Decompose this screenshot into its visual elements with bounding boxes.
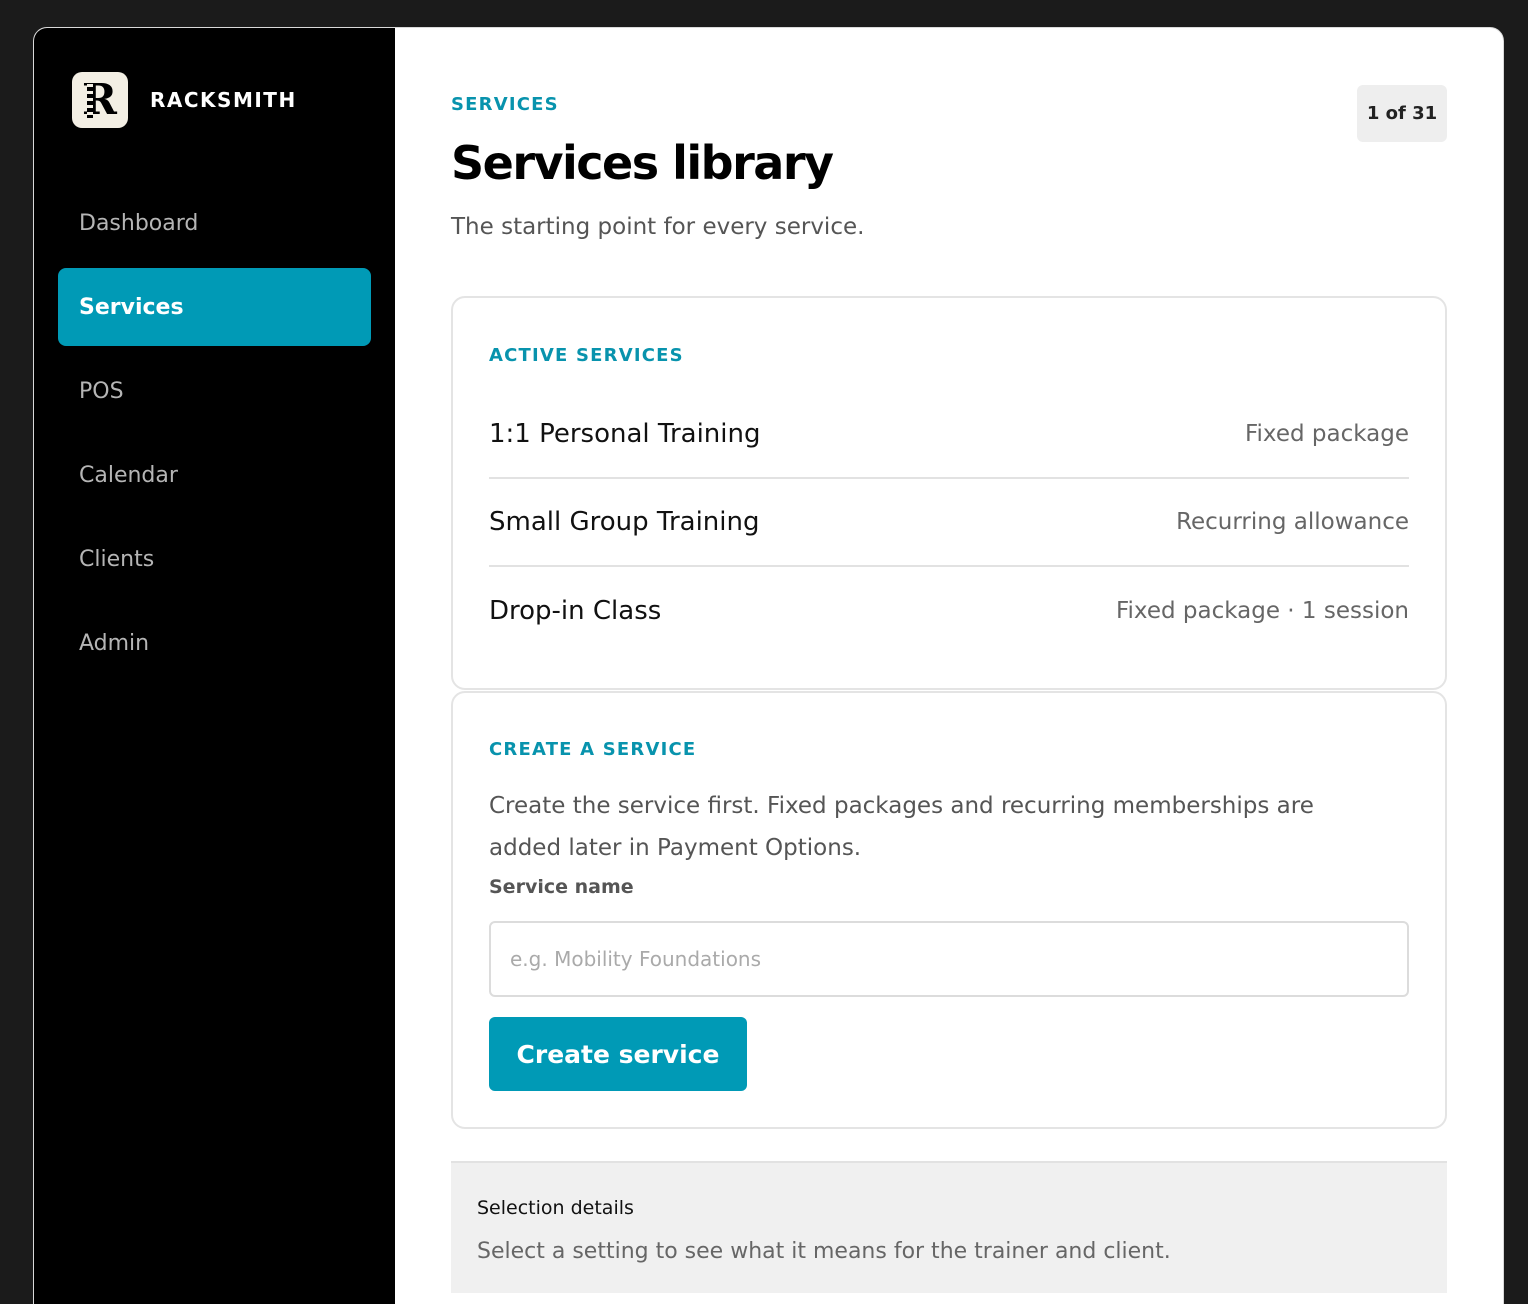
service-type: Fixed package · 1 session [1115, 598, 1409, 624]
service-row[interactable]: 1:1 Personal Training Fixed package [489, 391, 1409, 479]
service-list: 1:1 Personal Training Fixed package Smal… [489, 391, 1409, 655]
brand-name: RACKSMITH [150, 88, 297, 112]
sidebar: R RACKSMITH Dashboard Services POS Calen… [34, 28, 395, 1304]
section-eyebrow: SERVICES [451, 94, 559, 115]
active-services-card: ACTIVE SERVICES 1:1 Personal Training Fi… [451, 296, 1447, 690]
brand-logo: R [72, 72, 128, 128]
service-row[interactable]: Drop-in Class Fixed package · 1 session [489, 567, 1409, 655]
sidebar-nav: Dashboard Services POS Calendar Clients … [58, 184, 371, 688]
sidebar-item-label: Calendar [79, 462, 178, 488]
create-service-card: CREATE A SERVICE Create the service firs… [451, 691, 1447, 1129]
page-counter: 1 of 31 [1357, 85, 1447, 142]
create-service-heading: CREATE A SERVICE [489, 739, 697, 760]
film-strip-icon [87, 84, 93, 118]
sidebar-item-label: Clients [79, 546, 155, 572]
create-service-button[interactable]: Create service [489, 1017, 747, 1091]
sidebar-item-dashboard[interactable]: Dashboard [58, 184, 371, 262]
service-type: Fixed package [1244, 421, 1409, 447]
page-subtitle: The starting point for every service. [451, 214, 865, 240]
sidebar-item-admin[interactable]: Admin [58, 604, 371, 682]
service-name: Drop-in Class [489, 596, 662, 626]
service-name: 1:1 Personal Training [489, 419, 761, 449]
selection-details-title: Selection details [477, 1197, 634, 1219]
sidebar-item-services[interactable]: Services [58, 268, 371, 346]
service-name-label: Service name [489, 876, 634, 898]
sidebar-item-label: POS [79, 378, 124, 404]
service-type: Recurring allowance [1176, 509, 1409, 535]
sidebar-item-label: Services [79, 294, 184, 320]
sidebar-item-label: Dashboard [79, 210, 199, 236]
active-services-heading: ACTIVE SERVICES [489, 345, 684, 366]
service-row[interactable]: Small Group Training Recurring allowance [489, 479, 1409, 567]
service-name-input[interactable] [489, 921, 1409, 997]
sidebar-item-pos[interactable]: POS [58, 352, 371, 430]
sidebar-item-calendar[interactable]: Calendar [58, 436, 371, 514]
sidebar-item-label: Admin [79, 630, 150, 656]
create-service-description: Create the service first. Fixed packages… [489, 793, 1314, 861]
app-window: R RACKSMITH Dashboard Services POS Calen… [33, 27, 1504, 1304]
selection-details-text: Select a setting to see what it means fo… [477, 1239, 1171, 1264]
brand[interactable]: R RACKSMITH [72, 72, 297, 128]
service-name: Small Group Training [489, 507, 760, 537]
sidebar-item-clients[interactable]: Clients [58, 520, 371, 598]
page-title: Services library [451, 136, 834, 190]
selection-details-panel: Selection details Select a setting to se… [451, 1161, 1447, 1293]
